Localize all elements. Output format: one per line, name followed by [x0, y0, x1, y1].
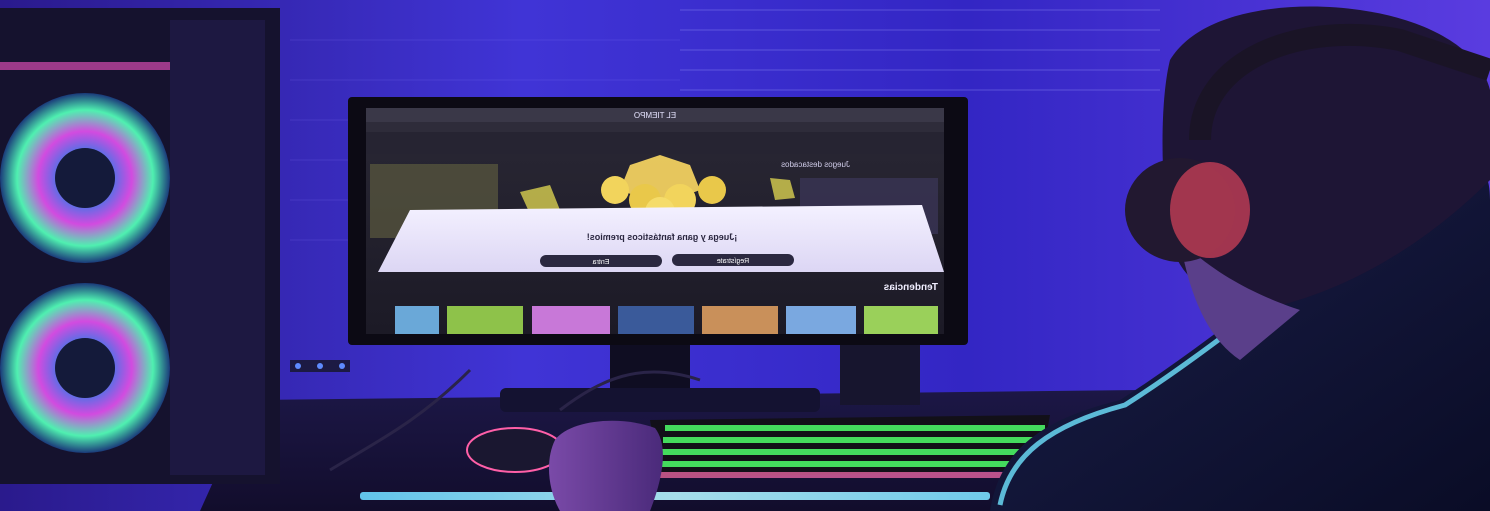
gaming-setup-photo: EL TIEMPO Juegos destacados ¡Juega y gan… [0, 0, 1490, 511]
gaming-mouse [466, 427, 564, 473]
promo-text: ¡Juega y gana fantásticos premios! [587, 232, 738, 242]
featured-games-heading: Juegos destacados [781, 160, 850, 169]
rgb-keyboard [650, 415, 1050, 478]
desk-led-strip [360, 492, 990, 500]
hand-fist [548, 420, 663, 511]
monitor-screen: EL TIEMPO Juegos destacados ¡Juega y gan… [366, 108, 944, 334]
trending-heading: Tendencias [883, 282, 938, 293]
login-label: Entra [593, 259, 610, 266]
site-brand: EL TIEMPO [634, 111, 676, 120]
register-label: Regístrate [717, 258, 749, 265]
